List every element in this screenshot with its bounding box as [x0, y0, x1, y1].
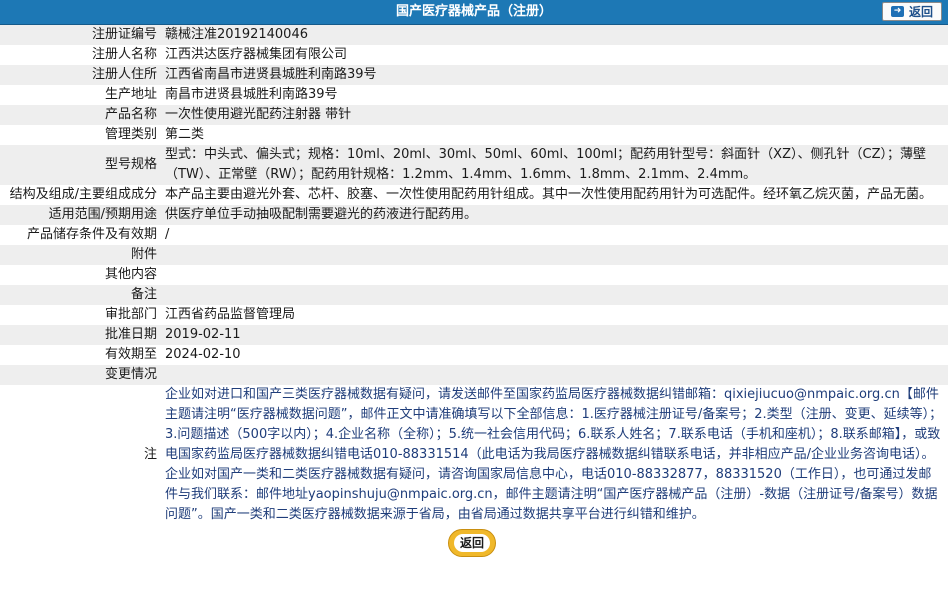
field-value: 第二类	[161, 125, 948, 145]
table-row: 注册人住所 江西省南昌市进贤县城胜利南路39号	[0, 65, 948, 85]
table-row: 变更情况	[0, 365, 948, 385]
table-row: 结构及组成/主要组成成分 本产品主要由避光外套、芯杆、胶塞、一次性使用配药用针组…	[0, 185, 948, 205]
field-value	[161, 245, 948, 265]
table-row: 生产地址 南昌市进贤县城胜利南路39号	[0, 85, 948, 105]
table-row: 批准日期 2019-02-11	[0, 325, 948, 345]
field-label: 型号规格	[0, 145, 161, 185]
detail-table: 注册证编号 赣械注准20192140046 注册人名称 江西洪达医疗器械集团有限…	[0, 25, 948, 525]
field-label: 注册证编号	[0, 25, 161, 45]
field-value: 型式：中头式、偏头式；规格：10ml、20ml、30ml、50ml、60ml、1…	[161, 145, 948, 185]
table-row: 型号规格 型式：中头式、偏头式；规格：10ml、20ml、30ml、50ml、6…	[0, 145, 948, 185]
table-row: 备注	[0, 285, 948, 305]
back-button-label: 返回	[908, 5, 933, 19]
table-row: 有效期至 2024-02-10	[0, 345, 948, 365]
table-row: 管理类别 第二类	[0, 125, 948, 145]
field-label: 备注	[0, 285, 161, 305]
title-bar: 国产医疗器械产品（注册） ➜ 返回	[0, 0, 948, 25]
table-row: 产品储存条件及有效期 /	[0, 225, 948, 245]
field-label: 适用范围/预期用途	[0, 205, 161, 225]
table-row: 附件	[0, 245, 948, 265]
field-label: 批准日期	[0, 325, 161, 345]
table-row: 审批部门 江西省药品监督管理局	[0, 305, 948, 325]
field-label: 有效期至	[0, 345, 161, 365]
table-row-note: 注 企业如对进口和国产三类医疗器械数据有疑问，请发送邮件至国家药监局医疗器械数据…	[0, 385, 948, 525]
table-row: 其他内容	[0, 265, 948, 285]
field-value	[161, 265, 948, 285]
back-button-bottom[interactable]: 返回	[448, 529, 496, 557]
field-value: 赣械注准20192140046	[161, 25, 948, 45]
field-label: 审批部门	[0, 305, 161, 325]
table-row: 注册证编号 赣械注准20192140046	[0, 25, 948, 45]
field-label: 生产地址	[0, 85, 161, 105]
field-value: 2019-02-11	[161, 325, 948, 345]
back-button-bottom-label: 返回	[453, 534, 490, 552]
field-value: 2024-02-10	[161, 345, 948, 365]
field-label: 管理类别	[0, 125, 161, 145]
field-value: 供医疗单位手动抽吸配制需要避光的药液进行配药用。	[161, 205, 948, 225]
field-value	[161, 285, 948, 305]
table-row: 产品名称 一次性使用避光配药注射器 带针	[0, 105, 948, 125]
field-value: /	[161, 225, 948, 245]
note-label: 注	[0, 385, 161, 525]
arrow-right-icon: ➜	[890, 6, 904, 17]
field-label: 产品储存条件及有效期	[0, 225, 161, 245]
field-label: 注册人名称	[0, 45, 161, 65]
back-button-top[interactable]: ➜ 返回	[882, 2, 942, 21]
field-label: 其他内容	[0, 265, 161, 285]
field-value: 南昌市进贤县城胜利南路39号	[161, 85, 948, 105]
field-value: 江西省药品监督管理局	[161, 305, 948, 325]
field-label: 注册人住所	[0, 65, 161, 85]
field-value: 江西洪达医疗器械集团有限公司	[161, 45, 948, 65]
field-label: 附件	[0, 245, 161, 265]
field-value	[161, 365, 948, 385]
field-value: 一次性使用避光配药注射器 带针	[161, 105, 948, 125]
field-label: 变更情况	[0, 365, 161, 385]
field-label: 产品名称	[0, 105, 161, 125]
field-value: 本产品主要由避光外套、芯杆、胶塞、一次性使用配药用针组成。其中一次性使用配药用针…	[161, 185, 948, 205]
field-value: 江西省南昌市进贤县城胜利南路39号	[161, 65, 948, 85]
footer: 返回	[0, 525, 948, 561]
table-row: 注册人名称 江西洪达医疗器械集团有限公司	[0, 45, 948, 65]
page-title: 国产医疗器械产品（注册）	[395, 4, 552, 19]
note-text: 企业如对进口和国产三类医疗器械数据有疑问，请发送邮件至国家药监局医疗器械数据纠错…	[161, 385, 948, 525]
table-row: 适用范围/预期用途 供医疗单位手动抽吸配制需要避光的药液进行配药用。	[0, 205, 948, 225]
field-label: 结构及组成/主要组成成分	[0, 185, 161, 205]
